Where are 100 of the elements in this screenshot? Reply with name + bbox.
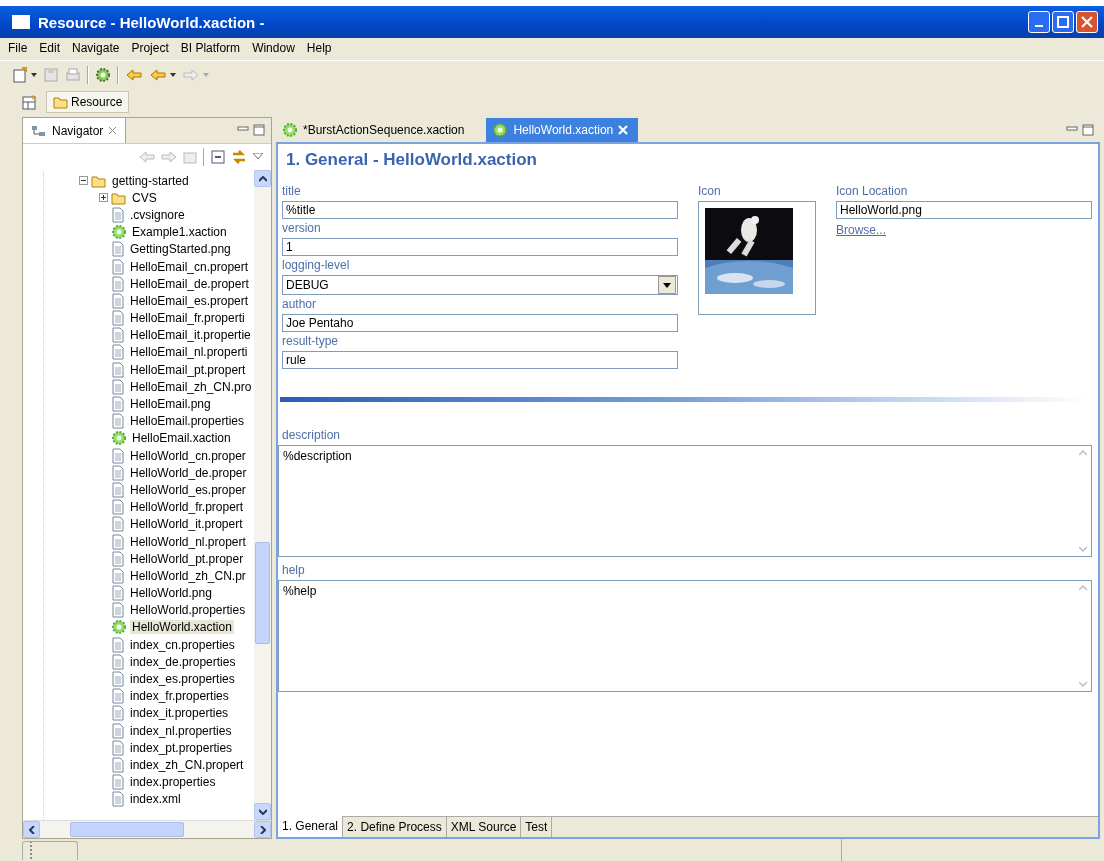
page-tab[interactable]: Test — [521, 817, 553, 837]
page-tab[interactable]: 2. Define Process — [343, 817, 447, 837]
tree-item[interactable]: HelloWorld_de.proper — [128, 465, 249, 480]
file-icon — [111, 241, 125, 258]
tree-item[interactable]: CVS — [130, 190, 159, 205]
maximize-button[interactable] — [1052, 11, 1074, 33]
tree-item[interactable]: HelloWorld_it.propert — [128, 517, 245, 532]
back-arrow-icon[interactable] — [125, 67, 143, 83]
text-area[interactable]: %description — [278, 445, 1092, 557]
field-label: author — [282, 296, 318, 313]
input-field[interactable]: 1 — [282, 238, 678, 256]
file-icon — [111, 206, 125, 223]
scroll-right-button[interactable] — [254, 821, 271, 838]
menu-item[interactable]: Help — [306, 41, 332, 57]
tree-item[interactable]: HelloWorld.png — [128, 586, 214, 601]
tree-item[interactable]: HelloEmail_nl.properti — [128, 345, 250, 360]
dropdown-field[interactable]: DEBUG — [282, 275, 678, 295]
tree-item[interactable]: HelloEmail_es.propert — [128, 293, 251, 308]
tree-item[interactable]: index_fr.properties — [128, 689, 231, 704]
close-icon — [1081, 16, 1093, 28]
menu-item[interactable]: Navigate — [72, 41, 120, 57]
tree-item[interactable]: HelloWorld_fr.propert — [128, 500, 246, 515]
tree-item[interactable]: index_es.properties — [128, 672, 237, 687]
view-menu-icon[interactable] — [253, 153, 263, 161]
input-field[interactable]: %title — [282, 201, 678, 219]
tree-item[interactable]: index_it.properties — [128, 706, 231, 721]
input-field[interactable]: Joe Pentaho — [282, 314, 678, 332]
tree-item[interactable]: index_de.properties — [128, 654, 238, 669]
text-area[interactable]: %help — [278, 580, 1092, 692]
tree-item[interactable]: HelloEmail_pt.propert — [128, 362, 248, 377]
scroll-down-icon[interactable] — [1079, 681, 1087, 687]
tree-item[interactable]: .cvsignore — [128, 207, 187, 222]
tree-item[interactable]: HelloEmail.xaction — [130, 431, 233, 446]
input-field[interactable]: rule — [282, 351, 678, 369]
back-arrow-icon[interactable] — [139, 150, 155, 164]
maximize-icon[interactable] — [253, 124, 265, 136]
tree-item[interactable]: index_zh_CN.propert — [128, 757, 246, 772]
menu-item[interactable]: Project — [131, 41, 169, 57]
open-perspective-icon[interactable] — [22, 94, 38, 110]
file-icon — [111, 447, 125, 464]
editor-tab[interactable]: *BurstActionSequence.xaction — [276, 118, 475, 142]
scroll-up-icon[interactable] — [1079, 450, 1087, 456]
tree-item[interactable]: HelloWorld_pt.proper — [128, 551, 246, 566]
tree-item[interactable]: HelloWorld.xaction — [130, 620, 234, 635]
expander-icon[interactable] — [79, 176, 88, 186]
page-tab[interactable]: 1. General — [278, 816, 344, 837]
browse-link[interactable]: Browse... — [836, 219, 886, 237]
navigator-tab[interactable]: Navigator — [23, 118, 127, 143]
tree-item[interactable]: index_pt.properties — [128, 740, 235, 755]
menu-item[interactable]: File — [8, 41, 28, 57]
tree-item[interactable]: HelloWorld.properties — [128, 603, 248, 618]
tree-item[interactable]: HelloEmail_zh_CN.pro — [128, 379, 254, 394]
print-icon[interactable] — [65, 67, 81, 83]
tree-item[interactable]: HelloEmail_cn.propert — [128, 259, 251, 274]
tree-item[interactable]: Example1.xaction — [130, 225, 229, 240]
close-button[interactable] — [1076, 11, 1098, 33]
scrollbar-thumb[interactable] — [255, 542, 270, 644]
scroll-down-button[interactable] — [254, 803, 271, 820]
tree-item[interactable]: HelloWorld_zh_CN.pr — [128, 568, 248, 583]
tree-item[interactable]: GettingStarted.png — [128, 242, 233, 257]
scroll-up-button[interactable] — [254, 170, 271, 187]
collapse-all-icon[interactable] — [211, 150, 225, 164]
tree-item[interactable]: index.properties — [128, 775, 218, 790]
maximize-icon[interactable] — [1082, 123, 1094, 136]
field-label: help — [281, 562, 306, 579]
tree-item[interactable]: index.xml — [128, 792, 183, 807]
dropdown-icon[interactable] — [31, 73, 37, 77]
tree-item[interactable]: HelloEmail.png — [128, 397, 213, 412]
tree-item[interactable]: HelloWorld_cn.proper — [128, 448, 248, 463]
gear-icon[interactable] — [95, 67, 111, 83]
scrollbar-thumb[interactable] — [70, 822, 184, 837]
tree-item[interactable]: HelloEmail_it.propertie — [128, 328, 253, 343]
tree-item[interactable]: index_cn.properties — [128, 637, 237, 652]
input-field[interactable]: HelloWorld.png — [836, 201, 1092, 219]
tree-item[interactable]: HelloWorld_nl.propert — [128, 534, 248, 549]
menu-item[interactable]: Window — [252, 41, 295, 57]
close-icon[interactable] — [108, 126, 118, 135]
menu-item[interactable]: Edit — [39, 41, 61, 57]
tree-item[interactable]: index_nl.properties — [128, 723, 234, 738]
file-icon — [111, 344, 125, 361]
expander-icon[interactable] — [99, 193, 108, 203]
page-tab[interactable]: XML Source — [446, 817, 522, 837]
tree-item[interactable]: getting-started — [110, 173, 191, 188]
perspective-tab[interactable]: Resource — [46, 91, 130, 113]
minimize-icon — [1035, 25, 1043, 27]
folder-icon — [91, 173, 107, 188]
tree-item[interactable]: HelloEmail_fr.properti — [128, 311, 247, 326]
tree-item[interactable]: HelloWorld_es.proper — [128, 482, 248, 497]
menu-item[interactable]: BI Platform — [180, 41, 241, 57]
scroll-up-icon[interactable] — [1079, 585, 1087, 591]
tree-item[interactable]: HelloEmail_de.propert — [128, 276, 251, 291]
tree-item[interactable]: HelloEmail.properties — [128, 414, 247, 429]
scroll-down-icon[interactable] — [1079, 546, 1087, 552]
link-editor-icon[interactable] — [231, 149, 247, 165]
editor-tab[interactable]: HelloWorld.xaction — [486, 118, 639, 142]
scroll-left-button[interactable] — [23, 821, 40, 838]
dropdown-icon[interactable] — [170, 73, 176, 77]
minimize-button[interactable] — [1028, 11, 1050, 33]
file-icon — [111, 653, 125, 670]
file-icon — [111, 499, 125, 516]
